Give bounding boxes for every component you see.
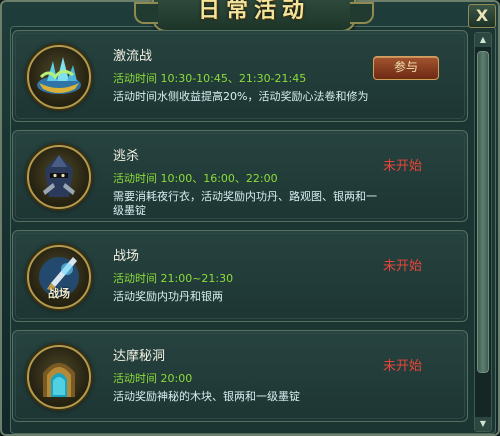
scroll-down-arrow-icon[interactable]: ▼	[475, 417, 491, 431]
scroll-thumb[interactable]	[477, 51, 489, 373]
activity-time: 活动时间 20:00	[113, 372, 193, 385]
activity-row-damo-cave: 达摩秘洞 活动时间 20:00 活动奖励神秘的木块、银两和一级墨锭 未开始	[12, 330, 468, 422]
activity-time: 活动时间 10:00、16:00、22:00	[113, 172, 278, 185]
activity-name: 激流战	[113, 49, 153, 64]
activity-name: 逃杀	[113, 149, 140, 164]
crystal-boat-icon	[27, 45, 91, 109]
window-title: 日常活动	[197, 0, 310, 23]
status-not-started: 未开始	[383, 259, 423, 274]
status-not-started: 未开始	[383, 359, 423, 374]
scrollbar[interactable]: ▲ ▼	[474, 32, 492, 432]
battlefield-sword-icon: 战场	[27, 245, 91, 309]
activity-description: 活动时间水侧收益提高20%，活动奖励心法卷和修为	[113, 90, 369, 103]
close-button[interactable]: X	[468, 4, 496, 28]
cave-portal-icon	[27, 345, 91, 409]
masked-assassin-icon	[27, 145, 91, 209]
join-button[interactable]: 参与	[373, 56, 439, 80]
activity-row-taosha: 逃杀 活动时间 10:00、16:00、22:00 需要消耗夜行衣，活动奖励内功…	[12, 130, 468, 222]
activity-row-jiliuzhan: 激流战 活动时间 10:30-10:45、21:30-21:45 活动时间水侧收…	[12, 30, 468, 122]
activity-time: 活动时间 21:00~21:30	[113, 272, 234, 285]
icon-caption: 战场	[48, 287, 70, 300]
activity-time: 活动时间 10:30-10:45、21:30-21:45	[113, 72, 307, 85]
activity-name: 战场	[113, 249, 140, 264]
daily-activities-window: 日常活动 X 激流战 活动时间 10:30-10:45、21:30-21:45 …	[0, 0, 500, 436]
activity-description: 活动奖励内功丹和银两	[113, 290, 223, 303]
activity-row-zhanchang: 战场 战场 活动时间 21:00~21:30 活动奖励内功丹和银两 未开始	[12, 230, 468, 322]
scroll-up-arrow-icon[interactable]: ▲	[475, 33, 491, 47]
status-not-started: 未开始	[383, 159, 423, 174]
activity-list: 激流战 活动时间 10:30-10:45、21:30-21:45 活动时间水侧收…	[12, 30, 470, 432]
activity-description: 需要消耗夜行衣，活动奖励内功丹、路观图、银两和一级墨锭	[113, 190, 377, 217]
activity-name: 达摩秘洞	[113, 349, 166, 364]
activity-description: 活动奖励神秘的木块、银两和一级墨锭	[113, 390, 300, 403]
title-plate: 日常活动	[134, 0, 374, 32]
